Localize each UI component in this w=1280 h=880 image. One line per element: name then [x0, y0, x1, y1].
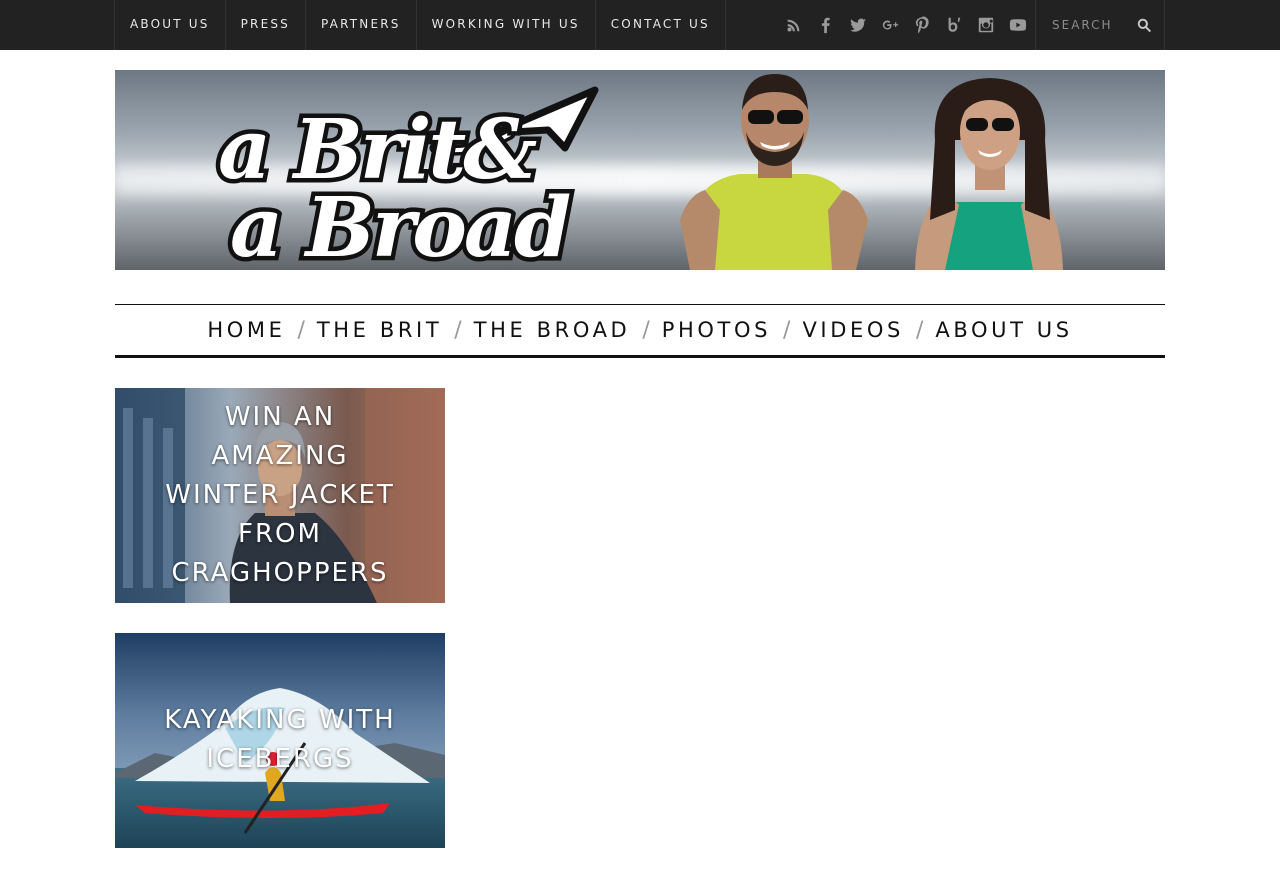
- main-nav-home[interactable]: HOME: [207, 318, 285, 342]
- main-nav-the-broad[interactable]: THE BROAD: [474, 318, 631, 342]
- bloglovin-icon[interactable]: [938, 0, 970, 50]
- banner-person-broad: [915, 78, 1063, 270]
- instagram-icon[interactable]: [970, 0, 1002, 50]
- banner-person-brit: [680, 74, 868, 270]
- top-nav-contact-us[interactable]: CONTACT US: [596, 0, 726, 50]
- post-title[interactable]: WIN AN AMAZING WINTER JACKET FROM CRAGHO…: [115, 398, 445, 593]
- search-input[interactable]: [1036, 0, 1131, 50]
- main-nav-photos[interactable]: PHOTOS: [662, 318, 771, 342]
- youtube-icon[interactable]: [1002, 0, 1034, 50]
- google-plus-icon[interactable]: [874, 0, 906, 50]
- post-title[interactable]: KAYAKING WITH ICEBERGS: [115, 701, 445, 779]
- top-bar: ABOUT US PRESS PARTNERS WORKING WITH US …: [0, 0, 1280, 50]
- logo-line-2: a Broad: [230, 180, 570, 268]
- site-logo[interactable]: a Brit& a Broad: [210, 78, 610, 268]
- nav-separator: /: [297, 317, 305, 343]
- top-nav: ABOUT US PRESS PARTNERS WORKING WITH US …: [114, 0, 726, 50]
- main-nav-the-brit[interactable]: THE BRIT: [317, 318, 442, 342]
- nav-separator: /: [642, 317, 650, 343]
- nav-separator: /: [915, 317, 924, 343]
- rss-icon[interactable]: [778, 0, 810, 50]
- search-icon[interactable]: [1134, 15, 1154, 35]
- main-nav-about-us[interactable]: ABOUT US: [935, 318, 1072, 342]
- nav-separator: /: [454, 317, 462, 343]
- search-box: [1035, 0, 1165, 50]
- post-card[interactable]: KAYAKING WITH ICEBERGS: [115, 633, 445, 848]
- post-card[interactable]: WIN AN AMAZING WINTER JACKET FROM CRAGHO…: [115, 388, 445, 603]
- twitter-icon[interactable]: [842, 0, 874, 50]
- main-nav-videos[interactable]: VIDEOS: [802, 318, 903, 342]
- top-nav-about-us[interactable]: ABOUT US: [115, 0, 226, 50]
- top-nav-working-with-us[interactable]: WORKING WITH US: [417, 0, 596, 50]
- main-nav: HOME / THE BRIT / THE BROAD / PHOTOS / VIDEO…: [115, 304, 1165, 358]
- facebook-icon[interactable]: [810, 0, 842, 50]
- nav-separator: /: [783, 317, 791, 343]
- social-links: [778, 0, 1034, 50]
- header-banner[interactable]: a Brit& a Broad: [115, 70, 1165, 270]
- top-nav-partners[interactable]: PARTNERS: [306, 0, 417, 50]
- top-nav-press[interactable]: PRESS: [226, 0, 306, 50]
- pinterest-icon[interactable]: [906, 0, 938, 50]
